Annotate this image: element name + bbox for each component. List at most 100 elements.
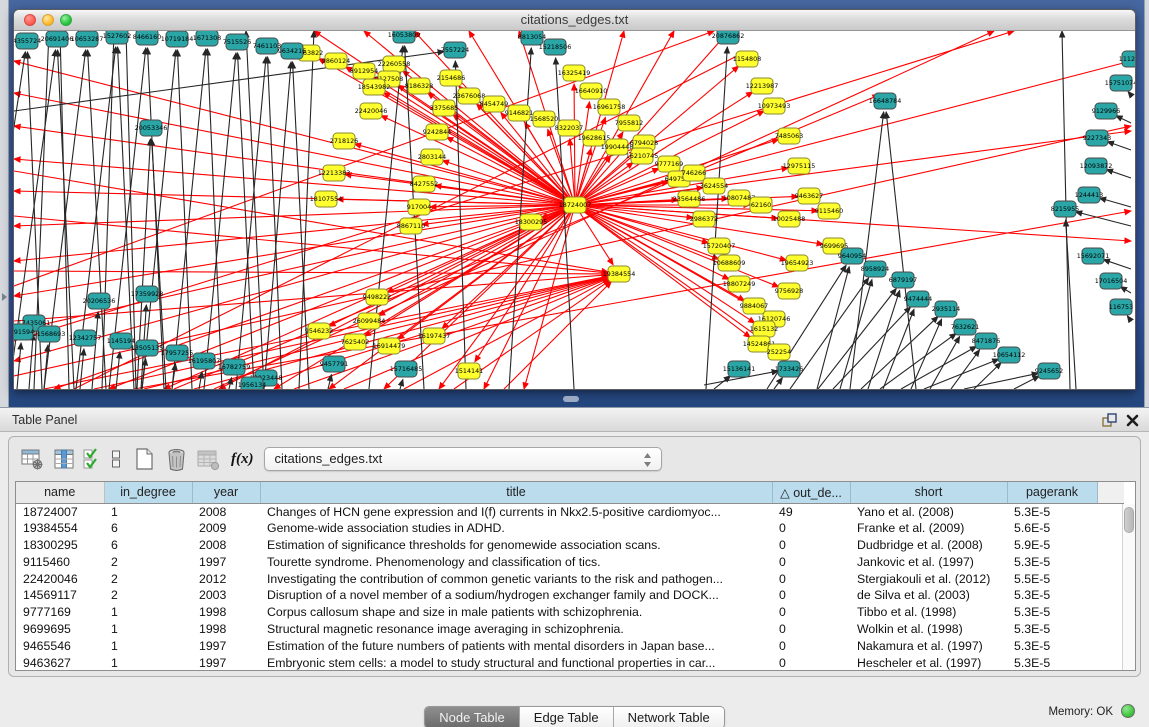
cell-year[interactable]: 2009 <box>192 520 260 537</box>
cell-name[interactable]: 9699695 <box>16 621 104 638</box>
network-node[interactable]: 15716485 <box>390 361 423 377</box>
cell-title[interactable]: Disruption of a novel member of a sodium… <box>260 587 772 604</box>
network-node[interactable]: 20691406 <box>41 31 74 47</box>
network-node[interactable]: 1615132 <box>750 321 778 337</box>
network-node[interactable]: 16961758 <box>593 99 626 115</box>
network-node[interactable]: 4355724 <box>14 33 41 49</box>
network-node[interactable]: 7632621 <box>951 319 979 335</box>
table-row[interactable]: 977716911998Corpus callosum shape and si… <box>16 604 1124 621</box>
cell-year[interactable]: 2008 <box>192 503 260 520</box>
cell-title[interactable]: Investigating the contribution of common… <box>260 570 772 587</box>
network-node[interactable]: 8186328 <box>405 78 433 94</box>
cell-name[interactable]: 9465546 <box>16 637 104 654</box>
network-node[interactable]: 7625402 <box>341 334 369 350</box>
network-node[interactable]: 6879197 <box>889 272 917 288</box>
panel-collapse-arrow-icon[interactable] <box>2 293 7 301</box>
network-node[interactable]: 9474444 <box>904 291 932 307</box>
cell-pagerank[interactable]: 5.3E-5 <box>1007 637 1097 654</box>
network-node[interactable]: 9756928 <box>775 283 803 299</box>
network-node[interactable]: 8867110 <box>397 218 425 234</box>
network-node[interactable]: 3375685 <box>430 100 458 116</box>
network-node[interactable]: 1733426 <box>775 361 803 377</box>
network-node[interactable]: 3624554 <box>700 178 728 194</box>
network-node[interactable]: 2154686 <box>437 70 465 86</box>
cell-pagerank[interactable]: 5.3E-5 <box>1007 553 1097 570</box>
cell-pagerank[interactable]: 5.5E-5 <box>1007 570 1097 587</box>
network-node[interactable]: 116753 <box>1109 299 1133 315</box>
cell-in_degree[interactable]: 6 <box>104 520 192 537</box>
table-chooser-combobox[interactable]: citations_edges.txt <box>264 447 662 471</box>
network-node[interactable]: 8471876 <box>972 333 1000 349</box>
tab-network-table[interactable]: Network Table <box>613 707 724 727</box>
column-header-4[interactable]: △ out_de... <box>772 482 850 503</box>
network-node[interactable]: 7955812 <box>615 115 643 131</box>
network-node[interactable]: 1514141 <box>455 363 483 379</box>
cell-title[interactable]: Changes of HCN gene expression and I(f) … <box>260 503 772 520</box>
cell-short[interactable]: Dudbridge et al. (2008) <box>850 537 1007 554</box>
network-node[interactable]: 8215955 <box>1051 201 1079 217</box>
table-row[interactable]: 911546021997Tourette syndrome. Phenomeno… <box>16 553 1124 570</box>
select-all-rows-icon[interactable] <box>83 446 101 472</box>
tab-edge-table[interactable]: Edge Table <box>519 707 613 727</box>
network-node[interactable]: 15692071 <box>1077 248 1110 264</box>
network-node[interactable]: 252254 <box>767 344 791 360</box>
table-scrollbar-thumb[interactable] <box>1124 507 1134 533</box>
cell-out_degree[interactable]: 49 <box>772 503 850 520</box>
network-node[interactable]: 2718126 <box>330 133 358 149</box>
cell-pagerank[interactable]: 5.3E-5 <box>1007 604 1097 621</box>
network-node[interactable]: 17359928 <box>131 286 164 302</box>
network-node[interactable]: 15751074 <box>1105 75 1135 91</box>
network-node[interactable]: 10653287 <box>71 31 104 47</box>
table-row[interactable]: 1830029562008Estimation of significance … <box>16 537 1124 554</box>
network-node[interactable]: 9860124 <box>322 53 350 69</box>
cell-pagerank[interactable]: 5.9E-5 <box>1007 537 1097 554</box>
minimize-traffic-light[interactable] <box>42 14 54 26</box>
cell-in_degree[interactable]: 1 <box>104 621 192 638</box>
cell-title[interactable]: Structural magnetic resonance image aver… <box>260 621 772 638</box>
cell-title[interactable]: Tourette syndrome. Phenomenology and cla… <box>260 553 772 570</box>
network-node[interactable]: 2935114 <box>932 301 960 317</box>
cell-year[interactable]: 2012 <box>192 570 260 587</box>
cell-pagerank[interactable]: 5.3E-5 <box>1007 621 1097 638</box>
column-header-5[interactable]: short <box>850 482 1007 503</box>
network-node[interactable]: 8427552 <box>410 176 438 192</box>
cell-pagerank[interactable]: 5.6E-5 <box>1007 520 1097 537</box>
cell-year[interactable]: 1998 <box>192 621 260 638</box>
delete-column-icon[interactable] <box>163 446 189 472</box>
row-height-icon[interactable] <box>107 446 125 472</box>
table-row[interactable]: 946362711997Embryonic stem cells: a mode… <box>16 654 1124 671</box>
network-node[interactable]: 16648784 <box>869 93 902 109</box>
network-node[interactable]: 9245652 <box>1035 363 1063 379</box>
column-header-0[interactable]: name <box>16 482 104 503</box>
cell-in_degree[interactable]: 2 <box>104 553 192 570</box>
network-node[interactable]: 9457791 <box>320 356 348 372</box>
network-node[interactable]: 16053809 <box>388 31 421 43</box>
network-node[interactable]: 16325419 <box>558 65 591 81</box>
cell-year[interactable]: 1998 <box>192 604 260 621</box>
network-node[interactable]: 13505135 <box>131 340 164 356</box>
network-node[interactable]: 9227343 <box>1083 130 1111 146</box>
network-node[interactable]: 1956134 <box>238 377 266 389</box>
table-row[interactable]: 969969511998Structural magnetic resonanc… <box>16 621 1124 638</box>
network-node[interactable]: 16640910 <box>575 83 608 99</box>
cell-pagerank[interactable]: 5.3E-5 <box>1007 587 1097 604</box>
cell-title[interactable]: Embryonic stem cells: a model to study s… <box>260 654 772 671</box>
network-node[interactable]: 7485063 <box>775 128 803 144</box>
network-node[interactable]: 8912954 <box>350 63 378 79</box>
cell-out_degree[interactable]: 0 <box>772 520 850 537</box>
network-node[interactable]: 9884067 <box>740 298 768 314</box>
network-node[interactable]: 9129966 <box>1092 103 1120 119</box>
cell-in_degree[interactable]: 1 <box>104 604 192 621</box>
close-panel-icon[interactable] <box>1125 413 1140 428</box>
cell-out_degree[interactable]: 0 <box>772 570 850 587</box>
window-titlebar[interactable]: citations_edges.txt <box>14 10 1135 31</box>
network-node[interactable]: 10654112 <box>993 347 1026 363</box>
cell-title[interactable]: Genome-wide association studies in ADHD. <box>260 520 772 537</box>
split-pane-handle[interactable] <box>563 396 579 402</box>
cell-out_degree[interactable]: 0 <box>772 553 850 570</box>
network-node[interactable]: 9546232 <box>305 323 333 339</box>
table-row[interactable]: 1938455462009Genome-wide association stu… <box>16 520 1124 537</box>
network-node[interactable]: 9634216 <box>278 43 306 59</box>
cell-out_degree[interactable]: 0 <box>772 654 850 671</box>
network-node[interactable]: 15218506 <box>539 39 572 55</box>
